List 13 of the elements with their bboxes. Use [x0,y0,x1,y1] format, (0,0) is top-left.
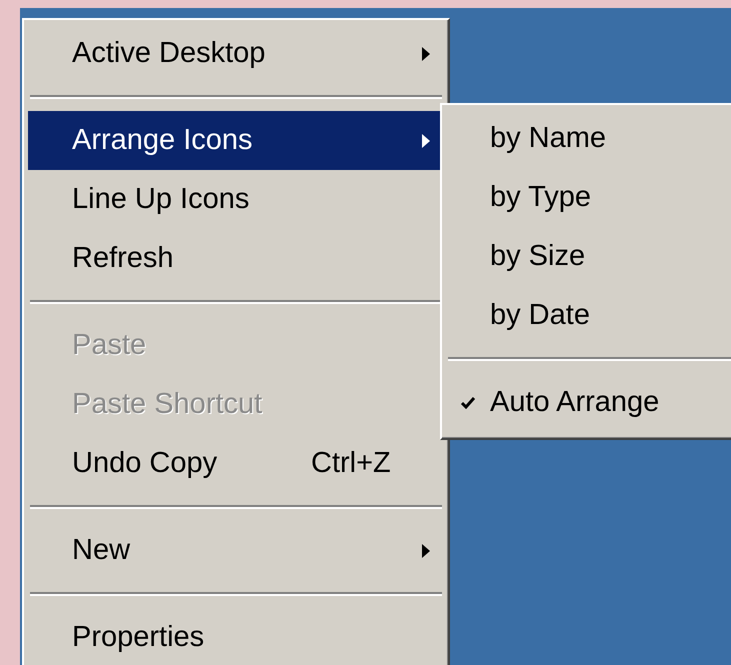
menu-item[interactable]: New [28,521,444,580]
menu-item[interactable]: Auto Arrange [446,373,731,432]
menu-item[interactable]: Undo Copy Ctrl+Z [28,434,444,493]
menu-item[interactable]: by Date [446,286,731,345]
menu-item[interactable]: Active Desktop [28,24,444,83]
menu-item[interactable]: by Name [446,109,731,168]
menu-item[interactable]: Refresh [28,229,444,288]
checkmark-icon [461,396,475,408]
shortcut-label: Ctrl+Z [311,447,391,480]
menu-item[interactable]: by Type [446,168,731,227]
menu-item[interactable]: Line Up Icons [28,170,444,229]
menu-item[interactable]: by Size [446,227,731,286]
menu-item[interactable]: Properties [28,608,444,665]
